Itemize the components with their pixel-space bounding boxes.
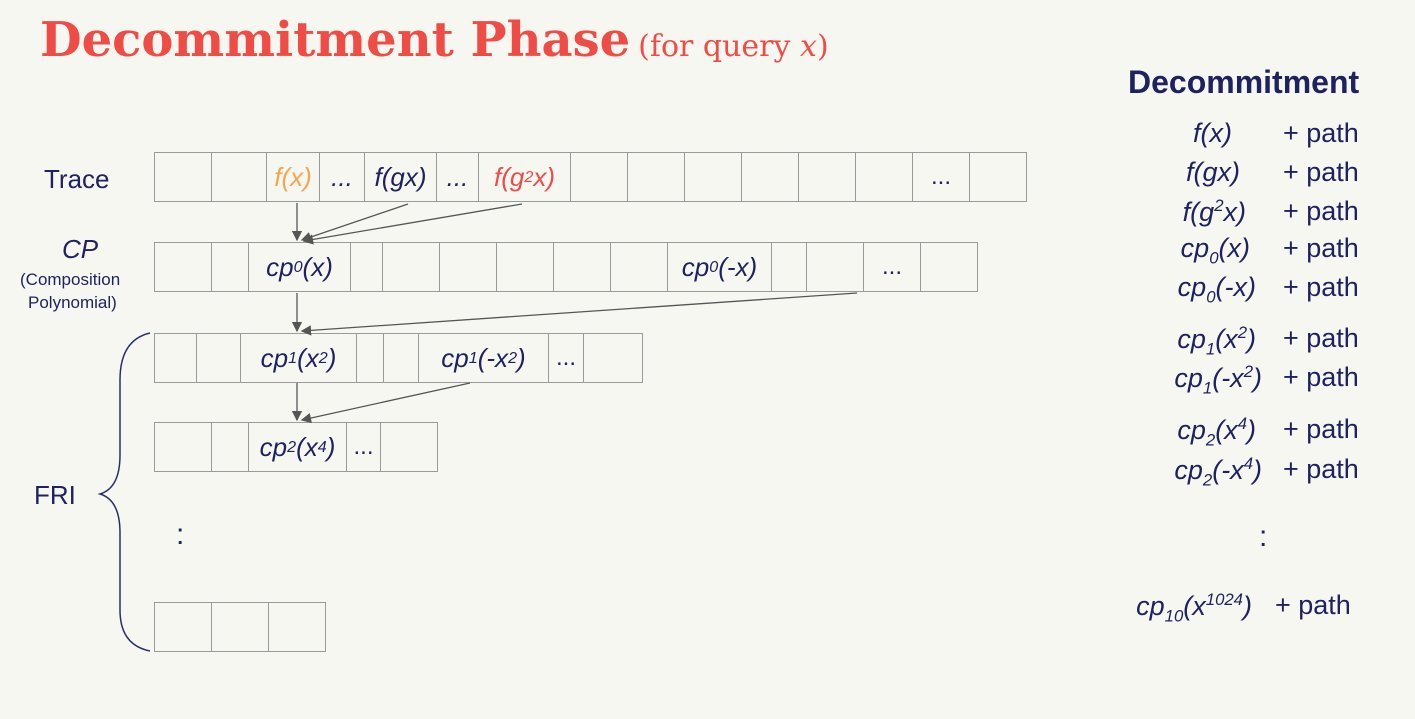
decommit-expr-cp0x: cp0(x) (1180, 233, 1250, 268)
decommit-path: + path (1283, 157, 1359, 187)
title-text: Decommitment Phase (40, 12, 631, 68)
decommit-vdots: : (1259, 520, 1268, 553)
decommit-path: + path (1283, 414, 1359, 444)
decommit-path: + path (1283, 233, 1359, 263)
decommit-expr-cp1negx2: cp1(-x2) (1174, 362, 1262, 398)
decommit-path: + path (1283, 323, 1359, 353)
page-title: Decommitment Phase (for query x) (40, 12, 829, 68)
decommit-expr-cp0negx: cp0(-x) (1177, 272, 1256, 307)
decommit-expr-cp1x2: cp1(x2) (1177, 323, 1256, 359)
decommit-expr-fgx: f(gx) (1186, 157, 1240, 187)
decommit-path: + path (1283, 454, 1359, 484)
decommit-expr-fg2x: f(g2x) (1182, 196, 1246, 227)
decommit-expr-cp2x4: cp2(x4) (1177, 414, 1256, 450)
decommit-path: + path (1275, 590, 1351, 620)
decommit-path: + path (1283, 118, 1359, 148)
decommitment-heading: Decommitment (1128, 64, 1360, 100)
decommit-expr-fx: f(x) (1193, 118, 1232, 148)
fri-vdots: : (176, 518, 185, 551)
decommit-path: + path (1283, 196, 1359, 226)
title-subtitle: (for query x) (638, 29, 829, 64)
decommit-path: + path (1283, 272, 1359, 302)
decommit-expr-cp10: cp10(x1024) (1136, 590, 1252, 626)
decommit-expr-cp2negx4: cp2(-x4) (1174, 454, 1262, 490)
decommit-path: + path (1283, 362, 1359, 392)
